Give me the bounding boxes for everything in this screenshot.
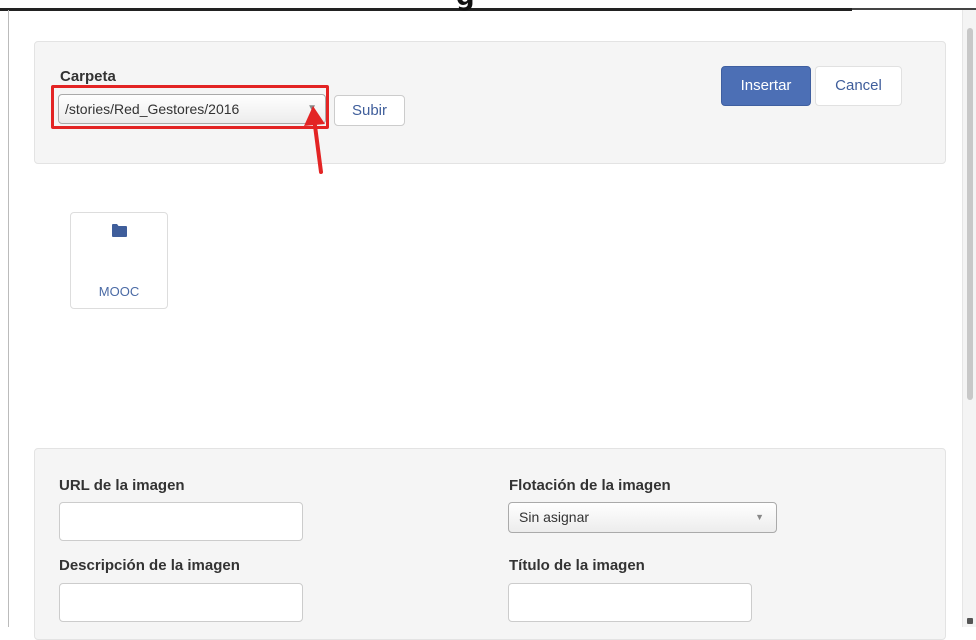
float-select[interactable]: Sin asignar ▼ — [508, 502, 777, 533]
top-border — [0, 8, 852, 11]
left-border — [8, 10, 9, 627]
description-input[interactable] — [59, 583, 303, 622]
float-label: Flotación de la imagen — [509, 477, 671, 494]
url-input[interactable] — [59, 502, 303, 541]
insert-button[interactable]: Insertar — [721, 66, 811, 106]
chevron-down-icon: ▼ — [755, 512, 764, 522]
title-input[interactable] — [508, 583, 752, 622]
cancel-button[interactable]: Cancel — [815, 66, 902, 106]
folder-name: MOOC — [98, 284, 140, 299]
highlight-box — [51, 85, 329, 129]
window-top-bar: g — [0, 0, 976, 14]
scrollbar[interactable] — [962, 10, 976, 627]
float-select-value: Sin asignar — [519, 509, 590, 525]
upload-button[interactable]: Subir — [334, 95, 405, 126]
description-label: Descripción de la imagen — [59, 557, 240, 574]
annotation-arrow-icon — [304, 106, 325, 174]
top-border-right — [852, 8, 976, 10]
folder-icon — [112, 224, 127, 237]
folder-tile-mooc[interactable]: MOOC — [70, 212, 168, 309]
url-label: URL de la imagen — [59, 477, 185, 494]
title-label: Título de la imagen — [509, 557, 645, 574]
resize-grip-icon — [967, 618, 973, 624]
scrollbar-thumb[interactable] — [967, 28, 973, 400]
cropped-title: g — [456, 0, 478, 14]
folder-label: Carpeta — [60, 68, 116, 85]
